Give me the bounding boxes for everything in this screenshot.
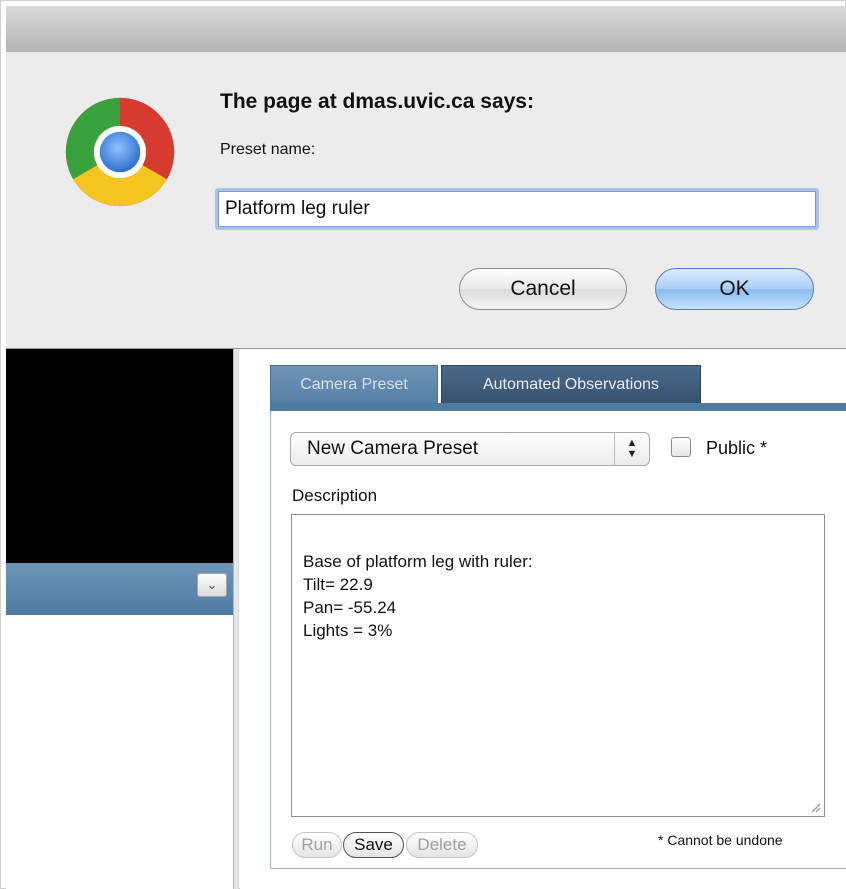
resize-grip-icon[interactable]	[809, 801, 821, 813]
save-button[interactable]: Save	[343, 832, 404, 858]
tab-camera-preset[interactable]: Camera Preset	[270, 365, 438, 403]
video-area	[6, 349, 233, 563]
side-panel-body	[6, 615, 233, 889]
chrome-logo-icon	[65, 97, 175, 207]
ok-button[interactable]: OK	[655, 268, 814, 310]
public-label: Public *	[706, 438, 768, 458]
tab-underline	[270, 403, 846, 411]
dialog-title: The page at dmas.uvic.ca says:	[220, 90, 534, 113]
tab-automated-observations[interactable]: Automated Observations	[441, 365, 701, 403]
cannot-undo-note: * Cannot be undone	[658, 832, 783, 848]
delete-button[interactable]: Delete	[406, 832, 478, 858]
run-button[interactable]: Run	[292, 832, 342, 858]
preset-name-input[interactable]	[215, 188, 819, 230]
prompt-dialog: The page at dmas.uvic.ca says: Preset na…	[6, 52, 846, 349]
side-panel-header: ⌄	[6, 563, 233, 615]
chevron-down-icon[interactable]: ⌄	[197, 573, 227, 597]
dialog-titlebar	[6, 6, 846, 53]
preset-name-label: Preset name:	[220, 141, 316, 158]
public-checkbox[interactable]	[671, 437, 691, 457]
description-text: Base of platform leg with ruler: Tilt= 2…	[303, 552, 533, 640]
cancel-button[interactable]: Cancel	[459, 268, 627, 310]
up-down-arrows-icon: ▲ ▼	[614, 433, 649, 465]
pane-splitter[interactable]	[233, 349, 239, 889]
description-textarea[interactable]: Base of platform leg with ruler: Tilt= 2…	[291, 514, 825, 817]
preset-select[interactable]: New Camera Preset ▲ ▼	[290, 432, 650, 466]
description-label: Description	[292, 486, 378, 505]
preset-select-value: New Camera Preset	[307, 438, 479, 459]
